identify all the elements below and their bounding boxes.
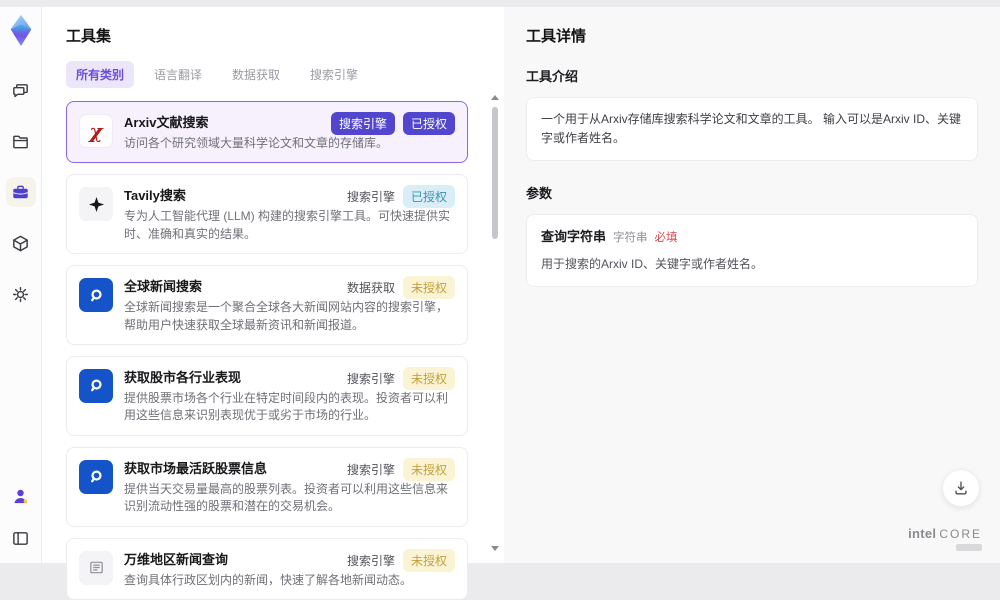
tool-description: 访问各个研究领域大量科学论文和文章的存储库。 <box>124 135 455 152</box>
intel-core-sub-badge <box>956 544 982 551</box>
param-box: 查询字符串 字符串 必填 用于搜索的Arxiv ID、关键字或作者姓名。 <box>526 214 978 287</box>
intro-heading: 工具介绍 <box>526 66 978 85</box>
auth-status-badge: 未授权 <box>403 276 455 299</box>
auth-status-badge: 未授权 <box>403 458 455 481</box>
intel-core-logo: intelCORE <box>908 526 982 551</box>
auth-status-badge: 已授权 <box>403 112 455 135</box>
param-name: 查询字符串 <box>541 227 606 248</box>
tab-data-acquisition[interactable]: 数据获取 <box>222 61 290 88</box>
tool-description: 提供当天交易量最高的股票列表。投资者可以利用这些信息来识别流动性强的股票和潜在的… <box>124 481 455 516</box>
tab-search-engine[interactable]: 搜索引擎 <box>300 61 368 88</box>
rail-bottom <box>6 481 36 553</box>
param-required-label: 必填 <box>655 229 678 247</box>
stock-search-blue-icon <box>79 460 113 494</box>
rail-nav <box>6 75 36 309</box>
tool-card-arxiv[interactable]: χ Arxiv文献搜索 访问各个研究领域大量科学论文和文章的存储库。 搜索引擎 … <box>66 101 468 163</box>
gear-icon[interactable] <box>6 279 36 309</box>
tool-card-tavily[interactable]: Tavily搜索 专为人工智能代理 (LLM) 构建的搜索引擎工具。可快速提供实… <box>66 174 468 254</box>
tool-card-active-stocks[interactable]: 获取市场最活跃股票信息 提供当天交易量最高的股票列表。投资者可以利用这些信息来识… <box>66 447 468 527</box>
category-badge: 搜索引擎 <box>347 367 395 390</box>
panel-toggle-icon[interactable] <box>6 523 36 553</box>
category-tabs: 所有类别 语言翻译 数据获取 搜索引擎 <box>66 61 480 88</box>
download-button[interactable] <box>942 469 980 507</box>
app-logo[interactable] <box>5 13 37 49</box>
category-badge: 搜索引擎 <box>347 458 395 481</box>
category-badge: 搜索引擎 <box>331 112 395 135</box>
user-avatar-icon[interactable] <box>6 481 36 511</box>
scroll-up-arrow-icon[interactable] <box>491 95 499 100</box>
auth-status-badge: 未授权 <box>403 367 455 390</box>
page-title: 工具集 <box>66 25 480 46</box>
briefcase-icon[interactable] <box>6 177 36 207</box>
param-type: 字符串 <box>613 229 648 247</box>
tool-description: 提供股票市场各个行业在特定时间段内的表现。投资者可以利用这些信息来识别表现优于或… <box>124 390 455 425</box>
tool-detail-panel: 工具详情 工具介绍 一个用于从Arxiv存储库搜索科学论文和文章的工具。 输入可… <box>504 7 1000 563</box>
newspaper-icon <box>79 551 113 585</box>
folder-icon[interactable] <box>6 126 36 156</box>
core-wordmark: CORE <box>939 527 982 541</box>
detail-title: 工具详情 <box>526 25 978 46</box>
params-heading: 参数 <box>526 183 978 202</box>
category-badge: 搜索引擎 <box>347 185 395 208</box>
intel-wordmark: intel <box>908 526 936 541</box>
auth-status-badge: 未授权 <box>403 549 455 572</box>
cube-icon[interactable] <box>6 228 36 258</box>
scrollbar-thumb[interactable] <box>492 107 498 239</box>
tab-all-categories[interactable]: 所有类别 <box>66 61 134 88</box>
list-scrollbar[interactable] <box>491 95 499 551</box>
tool-list-panel: 工具集 所有类别 语言翻译 数据获取 搜索引擎 χ Arxiv文献搜索 访问各个… <box>42 7 504 563</box>
arxiv-logo-icon: χ <box>79 114 113 148</box>
tab-language-translation[interactable]: 语言翻译 <box>144 61 212 88</box>
tool-list: χ Arxiv文献搜索 访问各个研究领域大量科学论文和文章的存储库。 搜索引擎 … <box>66 101 480 600</box>
scroll-down-arrow-icon[interactable] <box>491 546 499 551</box>
category-badge: 搜索引擎 <box>347 549 395 572</box>
chat-icon[interactable] <box>6 75 36 105</box>
icon-rail <box>0 7 42 563</box>
auth-status-badge: 已授权 <box>403 185 455 208</box>
app-window: 工具集 所有类别 语言翻译 数据获取 搜索引擎 χ Arxiv文献搜索 访问各个… <box>0 7 1000 563</box>
tool-card-sector-performance[interactable]: 获取股市各行业表现 提供股票市场各个行业在特定时间段内的表现。投资者可以利用这些… <box>66 356 468 436</box>
tavily-star-icon <box>79 187 113 221</box>
tool-description: 查询具体行政区划内的新闻，快速了解各地新闻动态。 <box>124 572 455 589</box>
category-badge: 数据获取 <box>347 276 395 299</box>
param-description: 用于搜索的Arxiv ID、关键字或作者姓名。 <box>541 255 963 274</box>
stock-search-blue-icon <box>79 369 113 403</box>
tool-card-regional-news[interactable]: 万维地区新闻查询 查询具体行政区划内的新闻，快速了解各地新闻动态。 搜索引擎 未… <box>66 538 468 600</box>
tool-description: 专为人工智能代理 (LLM) 构建的搜索引擎工具。可快速提供实时、准确和真实的结… <box>124 208 455 243</box>
tool-card-global-news[interactable]: 全球新闻搜索 全球新闻搜索是一个聚合全球各大新闻网站内容的搜索引擎，帮助用户快速… <box>66 265 468 345</box>
tool-description: 全球新闻搜索是一个聚合全球各大新闻网站内容的搜索引擎，帮助用户快速获取全球最新资… <box>124 299 455 334</box>
tool-intro-box: 一个用于从Arxiv存储库搜索科学论文和文章的工具。 输入可以是Arxiv ID… <box>526 97 978 161</box>
news-search-blue-icon <box>79 278 113 312</box>
